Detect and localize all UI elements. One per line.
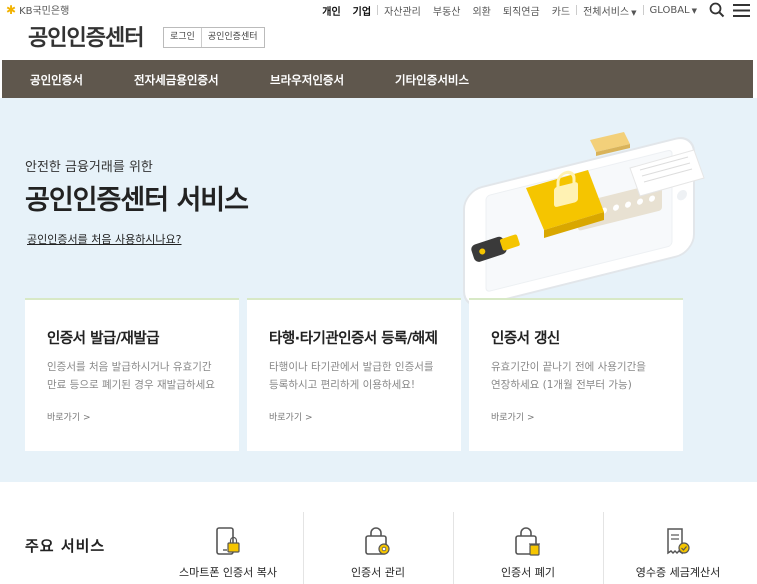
page-title[interactable]: 공인인증센터 xyxy=(28,20,144,52)
card-shortcut-link[interactable]: 바로가기 > xyxy=(269,410,313,423)
top-nav: 개인 기업 자산관리 부동산 외환 퇴직연금 카드 전체서비스 ▼ GLOBAL ▼ xyxy=(316,1,751,19)
service-label: 인증서 관리 xyxy=(350,566,406,579)
top-nav-realestate[interactable]: 부동산 xyxy=(427,3,467,18)
card-desc-line: 유효기간이 끝나기 전에 사용기간을 xyxy=(491,361,646,373)
brand-name: KB국민은행 xyxy=(19,6,70,17)
hero-section: 안전한 금융거래를 위한 공인인증센터 서비스 공인인증서를 처음 사용하시나요… xyxy=(0,98,757,482)
service-label: 인증서 폐기 xyxy=(500,566,556,579)
top-nav-card[interactable]: 카드 xyxy=(546,3,576,18)
receipt-check-icon xyxy=(667,528,690,555)
main-nav-browser-cert[interactable]: 브라우저인증서 xyxy=(270,72,344,88)
top-nav-asset[interactable]: 자산관리 xyxy=(378,3,427,18)
login-link[interactable]: 로그인 xyxy=(164,28,201,47)
card-desc-line: 만료 등으로 폐기된 경우 재발급하세요 xyxy=(47,379,215,391)
phone-lock-illustration xyxy=(463,132,705,307)
card-desc-line: 등록하시고 편리하게 이용하세요! xyxy=(269,379,416,391)
main-nav-tax-cert[interactable]: 전자세금용인증서 xyxy=(134,72,219,88)
card-description: 유효기간이 끝나기 전에 사용기간을 연장하세요 (1개월 전부터 가능) xyxy=(491,358,687,394)
card-renew[interactable]: 인증서 갱신 유효기간이 끝나기 전에 사용기간을 연장하세요 (1개월 전부터… xyxy=(469,298,683,451)
caret-down-icon: ▼ xyxy=(691,6,697,15)
phone-lock-icon xyxy=(216,527,240,555)
service-cert-revoke[interactable]: 인증서 폐기 xyxy=(453,512,603,584)
top-nav-pension[interactable]: 퇴직연금 xyxy=(497,3,546,18)
global-menu[interactable]: GLOBAL ▼ xyxy=(644,5,704,16)
sub-links: 로그인 공인인증센터 xyxy=(163,27,265,48)
main-nav-public-cert[interactable]: 공인인증서 xyxy=(30,72,83,88)
card-description: 타행이나 타기관에서 발급한 인증서를 등록하시고 편리하게 이용하세요! xyxy=(269,358,465,394)
all-services-menu[interactable]: 전체서비스 ▼ xyxy=(577,3,642,18)
card-title: 타행·타기관인증서 등록/해제 xyxy=(269,331,438,347)
top-nav-forex[interactable]: 외환 xyxy=(466,3,496,18)
card-shortcut-link[interactable]: 바로가기 > xyxy=(47,410,91,423)
cert-center-link[interactable]: 공인인증센터 xyxy=(200,28,264,47)
service-cert-manage[interactable]: 인증서 관리 xyxy=(303,512,453,584)
bag-trash-icon xyxy=(515,527,540,556)
card-title: 인증서 갱신 xyxy=(491,331,560,347)
caret-down-icon: ▼ xyxy=(631,8,637,17)
card-desc-line: 타행이나 타기관에서 발급한 인증서를 xyxy=(269,361,434,373)
service-receipt-invoice[interactable]: 영수증 세금계산서 xyxy=(603,512,753,584)
service-label: 스마트폰 인증서 복사 xyxy=(178,566,278,579)
card-register[interactable]: 타행·타기관인증서 등록/해제 타행이나 타기관에서 발급한 인증서를 등록하시… xyxy=(247,298,461,451)
card-issue[interactable]: 인증서 발급/재발급 인증서를 처음 발급하시거나 유효기간 만료 등으로 폐기… xyxy=(25,298,239,451)
bag-gear-icon xyxy=(365,527,390,555)
kb-star-icon: ✱ xyxy=(6,2,17,17)
brand-logo[interactable]: ✱ KB국민은행 xyxy=(6,2,70,18)
top-nav-business[interactable]: 기업 xyxy=(347,3,377,18)
hero-subtitle: 안전한 금융거래를 위한 xyxy=(25,160,153,175)
card-shortcut-link[interactable]: 바로가기 > xyxy=(491,410,535,423)
hamburger-menu-icon[interactable] xyxy=(731,1,751,19)
service-label: 영수증 세금계산서 xyxy=(635,566,721,579)
first-time-link[interactable]: 공인인증서를 처음 사용하시나요? xyxy=(27,231,182,247)
card-desc-line: 연장하세요 (1개월 전부터 가능) xyxy=(491,379,632,391)
card-description: 인증서를 처음 발급하시거나 유효기간 만료 등으로 폐기된 경우 재발급하세요 xyxy=(47,358,243,394)
card-title: 인증서 발급/재발급 xyxy=(47,331,160,347)
main-services-title: 주요 서비스 xyxy=(25,537,106,555)
top-nav-personal[interactable]: 개인 xyxy=(316,3,346,18)
all-services-label: 전체서비스 xyxy=(583,6,630,18)
main-nav-other-services[interactable]: 기타인증서비스 xyxy=(395,72,469,88)
hero-title: 공인인증센터 서비스 xyxy=(25,185,249,216)
global-label: GLOBAL xyxy=(649,4,690,16)
search-icon[interactable] xyxy=(707,1,727,19)
main-nav: 공인인증서 전자세금용인증서 브라우저인증서 기타인증서비스 xyxy=(2,60,753,98)
service-smartphone-copy[interactable]: 스마트폰 인증서 복사 xyxy=(153,512,303,584)
card-desc-line: 인증서를 처음 발급하시거나 유효기간 xyxy=(47,361,212,373)
